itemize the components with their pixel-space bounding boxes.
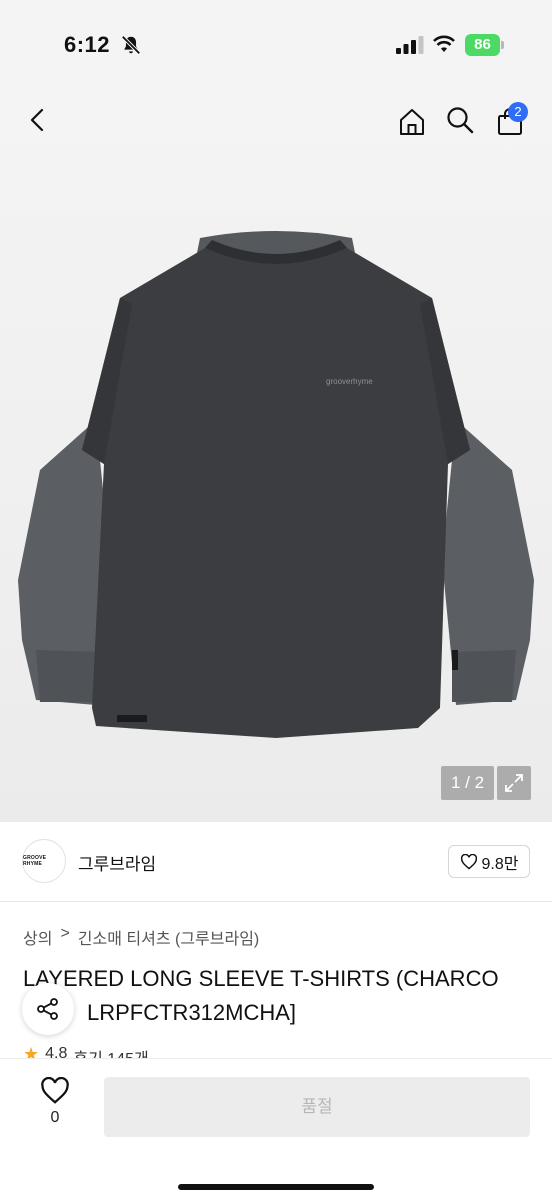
wishlist-button[interactable]: 0 — [30, 1077, 80, 1137]
brand-like-count: 9.8만 — [481, 855, 519, 873]
breadcrumb-category[interactable]: 상의 — [23, 925, 52, 949]
expand-icon — [505, 774, 523, 792]
product-image-gallery[interactable]: grooverhyme — [0, 90, 552, 822]
expand-image-button[interactable] — [497, 766, 531, 800]
home-indicator — [178, 1184, 374, 1190]
brand-like-button[interactable]: 9.8만 — [448, 845, 530, 878]
breadcrumb-separator: > — [60, 925, 70, 942]
status-bar: 6:12 86 — [0, 0, 552, 90]
image-counter: 1 / 2 — [441, 766, 494, 800]
cellular-signal-icon — [396, 36, 424, 54]
brand-row[interactable]: GROOVE RHYME 그루브라임 9.8만 — [0, 822, 552, 902]
brand-logo[interactable]: GROOVE RHYME — [22, 839, 66, 883]
share-icon — [37, 998, 58, 1020]
home-button[interactable] — [392, 102, 432, 142]
chest-print-text: grooverhyme — [326, 377, 373, 386]
brand-name[interactable]: 그루브라임 — [78, 850, 156, 875]
heart-icon — [460, 853, 477, 870]
wishlist-count: 0 — [50, 1109, 60, 1126]
heart-icon — [41, 1077, 69, 1104]
bell-slash-icon — [121, 35, 141, 55]
search-icon — [447, 107, 474, 134]
share-button[interactable] — [22, 983, 74, 1035]
wifi-icon — [433, 35, 455, 52]
search-button[interactable] — [440, 100, 480, 140]
home-icon — [400, 109, 424, 135]
status-time: 6:12 — [64, 32, 111, 57]
battery-indicator: 86 — [465, 34, 505, 56]
product-title-line2: LRPFCTR312MCHA] — [87, 1000, 297, 1025]
product-title: LAYERED LONG SLEEVE T-SHIRTS (CHARCO LRP… — [23, 962, 538, 1030]
bottom-action-bar: 0 품절 — [0, 1058, 552, 1200]
breadcrumb: 상의 > 긴소매 티셔츠 (그루브라임) — [23, 925, 259, 949]
breadcrumb-subcategory[interactable]: 긴소매 티셔츠 (그루브라임) — [78, 925, 259, 949]
back-button[interactable] — [18, 100, 58, 140]
chevron-left-icon — [30, 108, 44, 132]
soldout-button[interactable]: 품절 — [104, 1077, 530, 1137]
battery-level: 86 — [474, 36, 491, 53]
product-image: grooverhyme — [18, 231, 534, 738]
cart-count-badge: 2 — [508, 102, 528, 122]
product-title-line1: LAYERED LONG SLEEVE T-SHIRTS (CHARCO — [23, 966, 499, 991]
